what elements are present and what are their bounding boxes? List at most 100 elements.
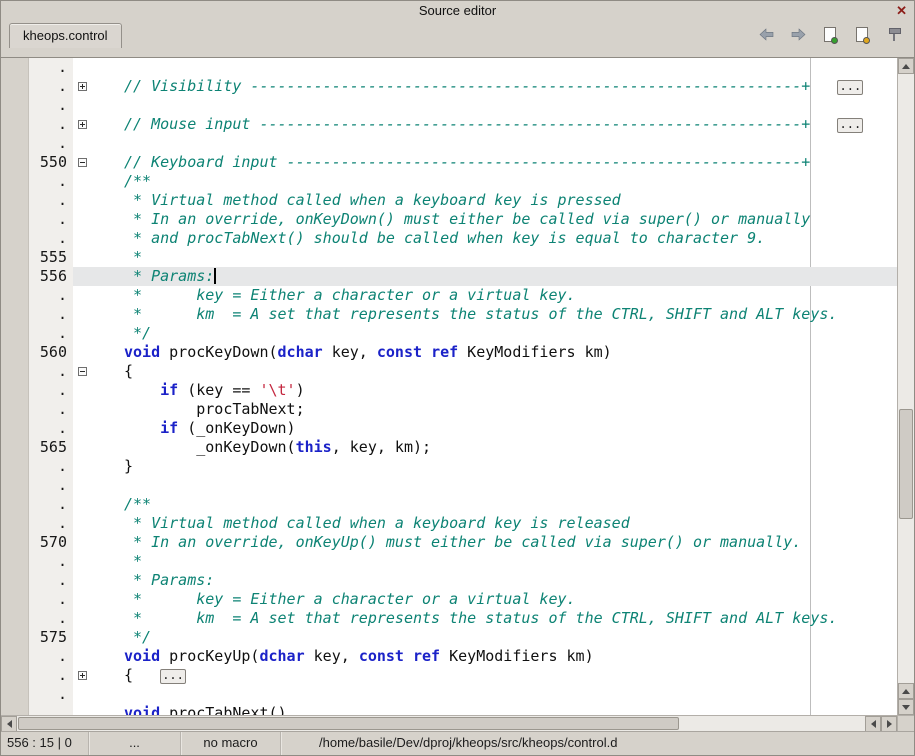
code-line[interactable]: 555 * (29, 248, 897, 267)
go-forward-button[interactable] (788, 25, 808, 43)
scroll-down-button[interactable] (898, 699, 914, 715)
file-path: /home/basile/Dev/dproj/kheops/src/kheops… (281, 732, 914, 755)
code-line[interactable]: . * Virtual method called when a keyboar… (29, 514, 897, 533)
code-line[interactable]: . * km = A set that represents the statu… (29, 305, 897, 324)
line-number: 575 (29, 628, 73, 647)
code-line[interactable]: . * km = A set that represents the statu… (29, 609, 897, 628)
line-number: . (29, 609, 73, 628)
up-arrow-icon (902, 64, 910, 69)
code-text: * Params: (93, 571, 214, 590)
code-text: // Mouse input -------------------------… (93, 115, 863, 134)
document-yellow-button[interactable] (852, 25, 872, 43)
scroll-up-button[interactable] (898, 58, 914, 74)
fold-margin (73, 96, 93, 115)
code-line[interactable]: 565 _onKeyDown(this, key, km); (29, 438, 897, 457)
code-line[interactable]: . * and procTabNext() should be called w… (29, 229, 897, 248)
code-line[interactable]: .// Visibility -------------------------… (29, 77, 897, 96)
fold-margin (73, 286, 93, 305)
scroll-left-button[interactable] (1, 716, 17, 732)
code-line[interactable]: . (29, 685, 897, 704)
go-back-button[interactable] (756, 25, 776, 43)
code-line[interactable]: .} (29, 457, 897, 476)
fold-collapse-icon[interactable] (78, 367, 87, 376)
tab-kheops-control[interactable]: kheops.control (9, 23, 122, 48)
code-text: void procKeyUp(dchar key, const ref KeyM… (93, 647, 594, 666)
line-number: . (29, 666, 73, 685)
code-line[interactable]: 560void procKeyDown(dchar key, const ref… (29, 343, 897, 362)
line-number: . (29, 191, 73, 210)
line-number: . (29, 419, 73, 438)
code-line[interactable]: .void procKeyUp(dchar key, const ref Key… (29, 647, 897, 666)
code-line[interactable]: .void procTabNext() (29, 704, 897, 715)
fold-margin (73, 400, 93, 419)
code-text: * Virtual method called when a keyboard … (93, 514, 630, 533)
horizontal-scrollbar[interactable] (1, 715, 897, 731)
code-line[interactable]: . (29, 134, 897, 153)
detach-pin-button[interactable] (884, 25, 904, 43)
collapsed-fold-ellipsis[interactable]: ... (837, 80, 863, 95)
line-number: 550 (29, 153, 73, 172)
code-text: // Visibility --------------------------… (93, 77, 863, 96)
fold-expand-icon[interactable] (78, 120, 87, 129)
code-line[interactable]: . * key = Either a character or a virtua… (29, 590, 897, 609)
code-text: // Keyboard input ----------------------… (93, 153, 810, 172)
horizontal-scroll-track[interactable] (17, 716, 865, 731)
line-number: . (29, 134, 73, 153)
source-editor-window: Source editor ✕ kheops.control (0, 0, 915, 756)
code-line[interactable]: 550 // Keyboard input -------------------… (29, 153, 897, 172)
code-line[interactable]: . * In an override, onKeyDown() must eit… (29, 210, 897, 229)
code-text: if (key == '\t') (93, 381, 305, 400)
line-number: . (29, 115, 73, 134)
code-line[interactable]: .{... (29, 666, 897, 685)
fold-collapse-icon[interactable] (78, 158, 87, 167)
document-yellow-icon (856, 27, 868, 42)
up-arrow-icon (902, 689, 910, 694)
vertical-scroll-thumb[interactable] (899, 409, 913, 519)
code-line[interactable]: . (29, 476, 897, 495)
line-number: . (29, 96, 73, 115)
collapsed-fold-ellipsis[interactable]: ... (160, 669, 186, 684)
vertical-scroll-track[interactable] (898, 74, 914, 683)
code-line[interactable]: 575 */ (29, 628, 897, 647)
code-line[interactable]: .{ (29, 362, 897, 381)
code-line[interactable]: ./** (29, 495, 897, 514)
code-line[interactable]: . * Virtual method called when a keyboar… (29, 191, 897, 210)
code-line[interactable]: . // Mouse input ------------------------… (29, 115, 897, 134)
editor-toolbar (756, 25, 904, 43)
scroll-left-secondary-button[interactable] (865, 716, 881, 732)
fold-margin (73, 628, 93, 647)
code-line[interactable]: . */ (29, 324, 897, 343)
code-line[interactable]: . (29, 58, 897, 77)
fold-expand-icon[interactable] (78, 82, 87, 91)
code-text: * In an override, onKeyDown() must eithe… (93, 210, 810, 229)
code-line[interactable]: . * (29, 552, 897, 571)
code-lines-container: ..// Visibility ------------------------… (29, 58, 897, 715)
code-line[interactable]: . * key = Either a character or a virtua… (29, 286, 897, 305)
code-line[interactable]: . procTabNext; (29, 400, 897, 419)
vertical-scrollbar[interactable] (897, 58, 914, 715)
code-line[interactable]: . * Params: (29, 571, 897, 590)
code-line-current[interactable]: 556 * Params: (29, 267, 897, 286)
fold-margin (73, 552, 93, 571)
code-line[interactable]: . if (_onKeyDown) (29, 419, 897, 438)
document-green-button[interactable] (820, 25, 840, 43)
code-text: procTabNext; (93, 400, 305, 419)
code-line[interactable]: . (29, 96, 897, 115)
code-text: void procKeyDown(dchar key, const ref Ke… (93, 343, 612, 362)
close-icon[interactable]: ✕ (896, 1, 907, 21)
code-line[interactable]: ./** (29, 172, 897, 191)
scroll-right-button[interactable] (881, 716, 897, 732)
code-text (93, 685, 124, 704)
scroll-up-secondary-button[interactable] (898, 683, 914, 699)
fold-expand-icon[interactable] (78, 671, 87, 680)
code-line[interactable]: . if (key == '\t') (29, 381, 897, 400)
collapsed-fold-ellipsis[interactable]: ... (837, 118, 863, 133)
horizontal-scroll-thumb[interactable] (18, 717, 679, 730)
code-text: * Params: (93, 267, 216, 286)
line-number: . (29, 305, 73, 324)
yellow-badge (863, 37, 870, 44)
code-editor[interactable]: ..// Visibility ------------------------… (29, 58, 897, 715)
code-line[interactable]: 570 * In an override, onKeyUp() must eit… (29, 533, 897, 552)
fold-margin (73, 305, 93, 324)
fold-margin (73, 229, 93, 248)
